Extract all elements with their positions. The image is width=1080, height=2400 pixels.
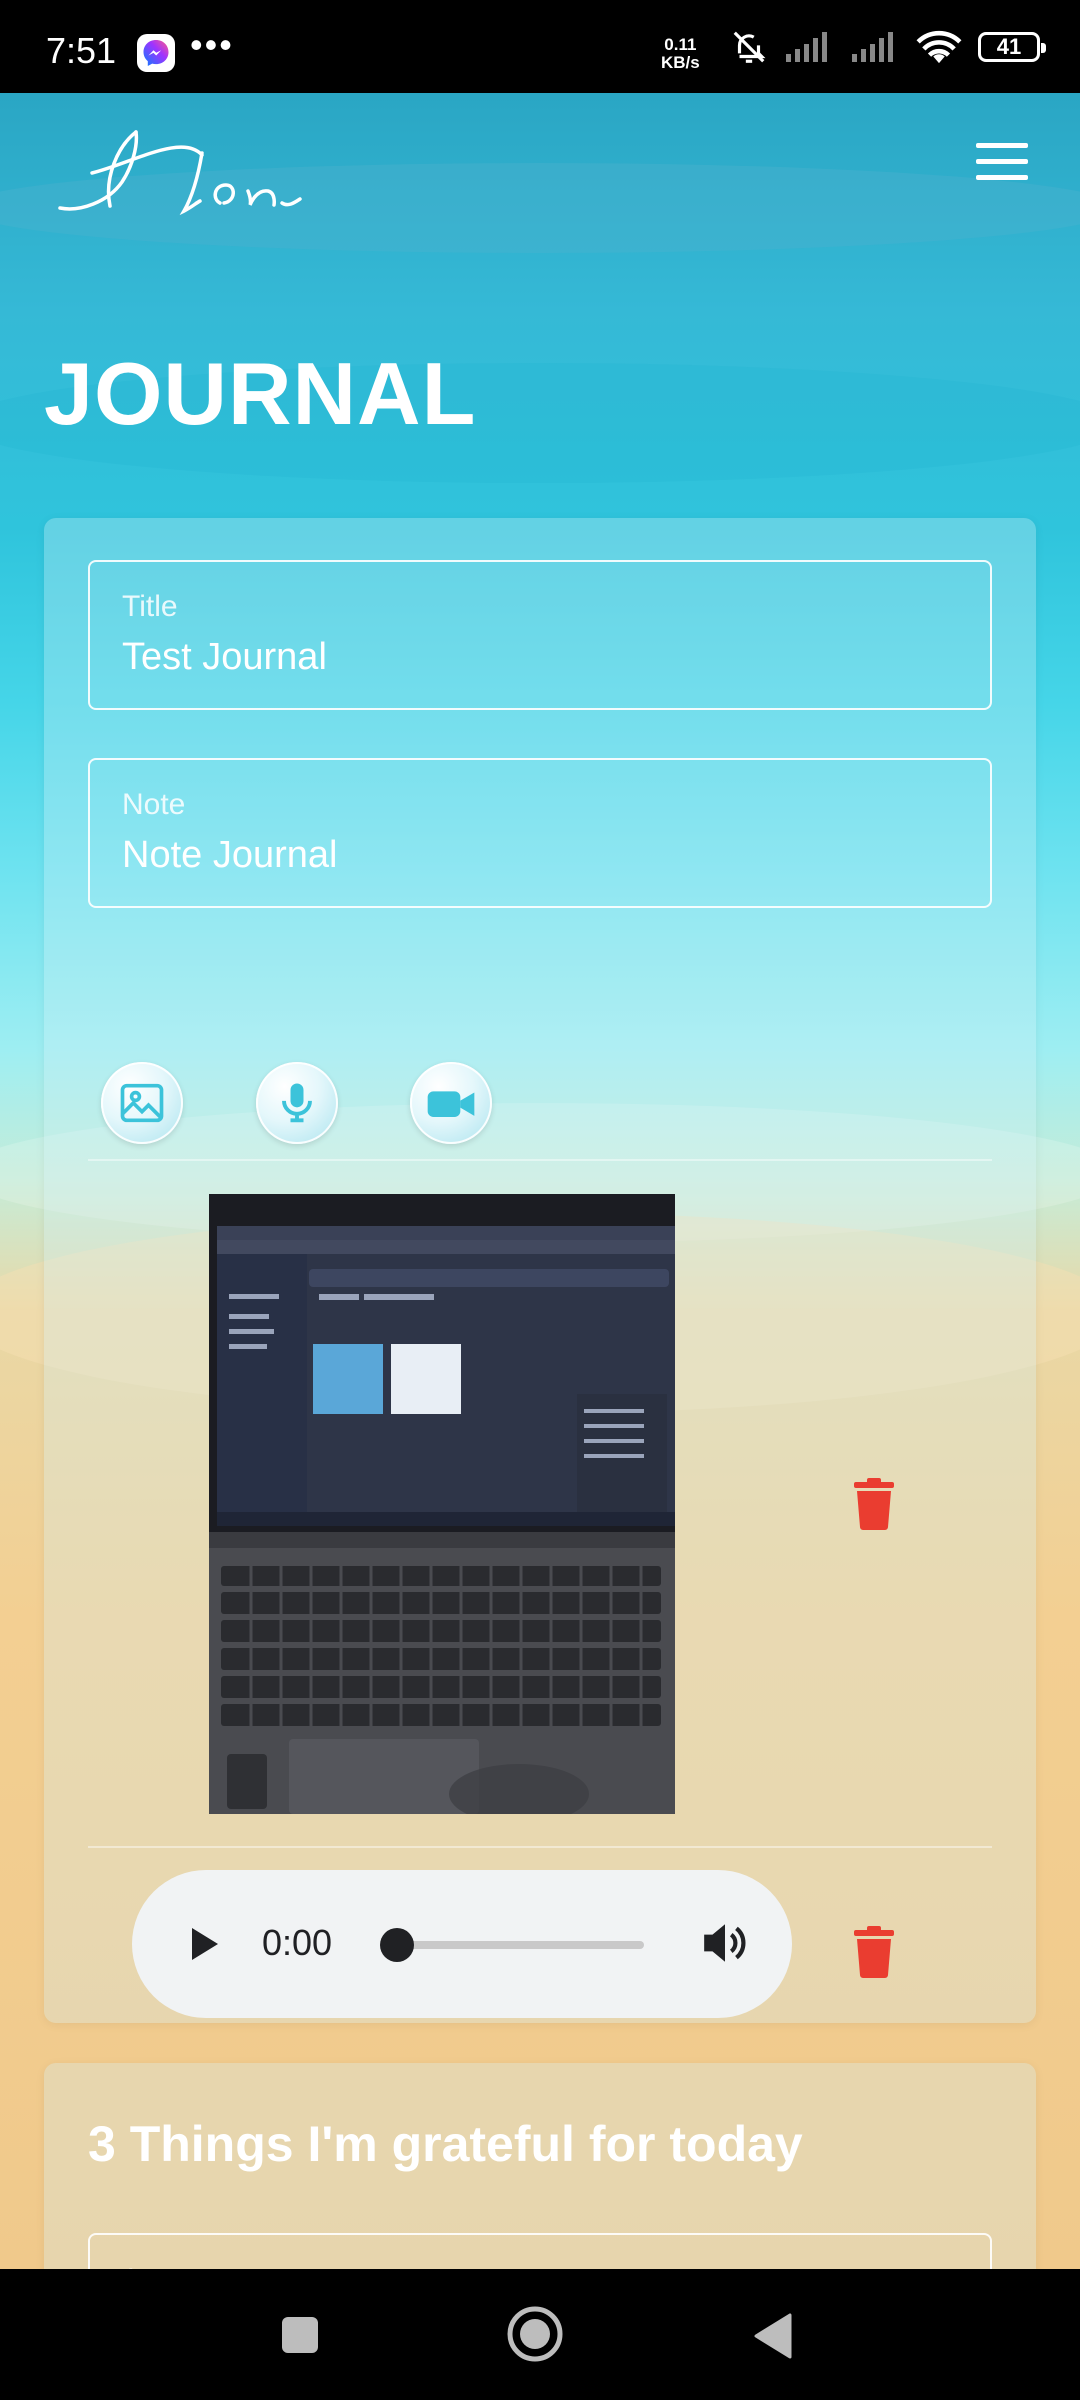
- journal-page: JOURNAL Title Test Journal Note Note Jou…: [0, 93, 1080, 2269]
- home-circle-icon[interactable]: [506, 2305, 564, 2363]
- add-image-button[interactable]: [101, 1062, 183, 1144]
- signal-icon: [852, 32, 893, 62]
- title-field-label: Title: [122, 590, 178, 623]
- status-bar: 7:51 ••• 0.11 KB/s 41: [0, 0, 1080, 93]
- add-video-button[interactable]: [410, 1062, 492, 1144]
- messenger-icon: [137, 34, 175, 72]
- journal-entry-card: Title Test Journal Note Note Journal 0:0…: [44, 518, 1036, 2023]
- audio-player: 0:00: [132, 1870, 792, 2018]
- more-notifications: •••: [190, 24, 234, 65]
- mute-bell-icon: [733, 31, 766, 63]
- status-time: 7:51: [46, 30, 117, 71]
- audio-time: 0:00: [262, 1922, 333, 1963]
- note-field-value[interactable]: Note Journal: [122, 834, 337, 877]
- system-nav-bar: [0, 2269, 1080, 2400]
- wifi-icon: [916, 31, 962, 64]
- play-icon[interactable]: [188, 1924, 222, 1964]
- microphone-icon: [282, 1083, 312, 1123]
- signal-icon: [786, 32, 827, 62]
- back-triangle-icon[interactable]: [752, 2313, 792, 2359]
- recents-square-icon[interactable]: [280, 2315, 320, 2355]
- note-field[interactable]: Note Note Journal: [88, 758, 992, 908]
- gratitude-item-1-field[interactable]: 1: [88, 2233, 992, 2269]
- audio-seek-knob[interactable]: [380, 1928, 414, 1962]
- volume-icon[interactable]: [700, 1920, 750, 1966]
- title-field[interactable]: Title Test Journal: [88, 560, 992, 710]
- add-audio-button[interactable]: [256, 1062, 338, 1144]
- gratitude-title: 3 Things I'm grateful for today: [88, 2116, 803, 2172]
- photo-attachment[interactable]: [209, 1194, 675, 1814]
- title-field-value[interactable]: Test Journal: [122, 636, 327, 679]
- app-logo[interactable]: [52, 113, 424, 238]
- page-title: JOURNAL: [44, 344, 477, 443]
- delete-audio-trash-icon[interactable]: [852, 1926, 896, 1978]
- hamburger-menu-icon[interactable]: [976, 143, 1028, 183]
- video-camera-icon: [427, 1091, 475, 1117]
- audio-seek-track[interactable]: [392, 1941, 644, 1949]
- note-field-label: Note: [122, 788, 186, 821]
- gratitude-card: 3 Things I'm grateful for today 1: [44, 2063, 1036, 2269]
- image-icon: [120, 1083, 164, 1123]
- battery-icon: 41: [978, 32, 1046, 62]
- net-speed: 0.11 KB/s: [661, 35, 700, 72]
- delete-photo-trash-icon[interactable]: [852, 1478, 896, 1530]
